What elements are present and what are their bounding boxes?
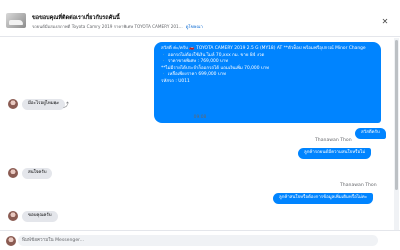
composer-bar [0,230,400,250]
close-icon[interactable]: ✕ [380,17,390,27]
incoming-message[interactable]: ขอบคุณครับ [22,211,58,222]
sender-name: Thanawan Thon [315,138,352,143]
car-thumbnail[interactable] [6,13,26,28]
incoming-message[interactable]: สนใจครับ [22,168,53,179]
chat-subtitle: รถยนต์มือสองสภาพดี Toyota Camry 2019 ราค… [32,23,203,30]
offer-line: รหัสรถ : U011 [161,78,190,84]
outgoing-message[interactable]: สวัสดีครับ [355,128,386,139]
message-input[interactable] [18,235,378,246]
offer-line: 🔹 ราคาขายพิเศษ : 769,000 บาท [161,59,229,65]
offer-message-bubble[interactable]: สวัสดี ค่ะ/ครับ 🚗 TOYOTA CAMERY 2019 2.5… [154,42,381,123]
outgoing-message[interactable]: ลูกค้าสนใจหรือต้องการข้อมูลเพิ่มเติมหรือ… [273,193,374,204]
customer-avatar[interactable] [8,168,18,178]
outgoing-message[interactable]: ลูกค้ารถยนต์มีความสนใจหรือไม่ [298,148,372,159]
user-avatar[interactable] [6,236,16,246]
timestamp-separator: 09:08 [193,115,207,120]
offer-line: 🔹 เหลือเพียงราคา 699,000 บาท [161,72,227,78]
customer-avatar[interactable] [8,99,18,109]
reply-icon[interactable]: ↩ [54,100,59,107]
view-ad-link[interactable]: ดูโฆษณา [186,24,203,29]
sender-name: Thanawan Thon [340,183,377,188]
offer-line: สวัสดี ค่ะ/ครับ 🚗 TOYOTA CAMERY 2019 2.5… [161,46,366,51]
share-icon[interactable]: ⤴ [63,100,69,109]
ad-description: รถยนต์มือสองสภาพดี Toyota Camry 2019 ราค… [32,24,183,29]
customer-avatar[interactable] [8,211,18,221]
chat-header: ขอขอบคุณที่ติดต่อเราเกี่ยวกับรถคันนี้ รถ… [0,0,400,37]
chat-title: ขอขอบคุณที่ติดต่อเราเกี่ยวกับรถคันนี้ [32,15,120,21]
